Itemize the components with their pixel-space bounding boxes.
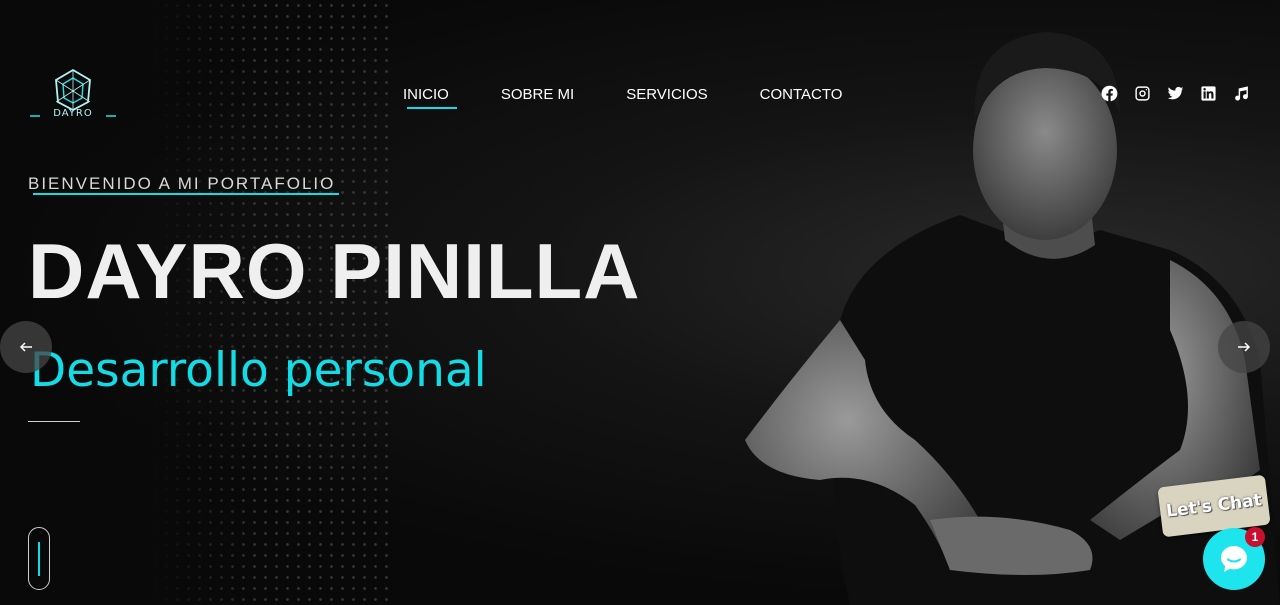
music-icon[interactable] (1233, 85, 1250, 102)
hero-name: DAYRO PINILLA (28, 227, 641, 315)
logo-text: DAYRO (53, 108, 93, 119)
twitter-icon[interactable] (1167, 85, 1184, 102)
nav-contacto[interactable]: CONTACTO (760, 86, 843, 109)
nav-sobre-mi[interactable]: SOBRE MI (501, 86, 574, 109)
carousel-next-button[interactable] (1218, 321, 1270, 373)
arrow-right-icon (1238, 342, 1251, 352)
scroll-indicator-bar (38, 542, 40, 576)
chat-notification-badge: 1 (1245, 527, 1265, 547)
hero-divider (28, 421, 80, 422)
linkedin-icon[interactable] (1200, 85, 1217, 102)
chat-icon (1221, 546, 1247, 572)
main-nav: INICIO SOBRE MI SERVICIOS CONTACTO (403, 86, 842, 109)
nav-inicio[interactable]: INICIO (403, 86, 457, 109)
carousel-prev-button[interactable] (0, 321, 52, 373)
nav-servicios[interactable]: SERVICIOS (626, 86, 707, 109)
arrow-left-icon (19, 342, 32, 352)
scroll-indicator[interactable] (28, 527, 50, 590)
instagram-icon[interactable] (1134, 85, 1151, 102)
kicker-underline (33, 193, 339, 195)
facebook-icon[interactable] (1101, 85, 1118, 102)
hero-tagline: Desarrollo personal (30, 343, 487, 398)
social-links (1101, 85, 1250, 102)
